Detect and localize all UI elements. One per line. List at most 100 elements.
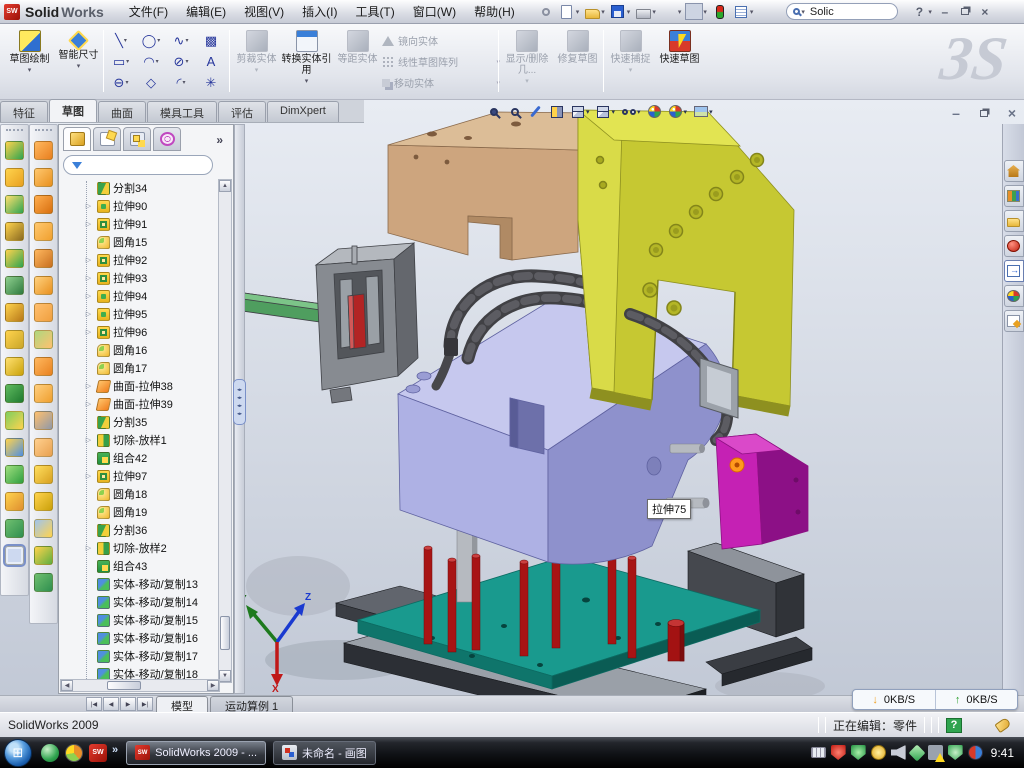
tree-item[interactable]: 实体-移动/复制15 (61, 611, 219, 629)
tree-item[interactable]: 圆角15 (61, 233, 219, 251)
headsup-button[interactable] (507, 104, 522, 119)
sketch-entity-button[interactable]: ✳ (196, 72, 226, 93)
menu-item[interactable]: 帮助(H) (465, 0, 524, 23)
swept-surface-icon[interactable] (34, 141, 53, 160)
expand-arrow-icon[interactable]: ▷ (83, 310, 94, 318)
headsup-button[interactable]: ▾ (596, 104, 616, 119)
tree-item[interactable]: ▷切除-放样2 (61, 539, 219, 557)
menu-item[interactable]: 窗口(W) (404, 0, 465, 23)
restore-button[interactable] (956, 4, 974, 19)
search-results-tab[interactable] (1004, 235, 1024, 257)
configurationmanager-tab[interactable] (123, 127, 151, 151)
qab-button[interactable] (608, 3, 628, 21)
expand-arrow-icon[interactable]: ▷ (83, 472, 94, 480)
tree-horizontal-scrollbar[interactable]: ◀ ▶ (60, 679, 220, 692)
qab-button[interactable] (684, 3, 704, 21)
smart-dimension-button[interactable]: 智能尺寸 ▾ (55, 27, 102, 96)
design-library-tab[interactable] (1004, 185, 1024, 207)
convert-entities-button[interactable]: 转换实体引用 ▾ (281, 27, 332, 96)
qab-button[interactable] (710, 3, 730, 21)
tree-item[interactable]: 分割36 (61, 521, 219, 539)
chevron-down-icon[interactable]: ▾ (125, 79, 128, 86)
tree-vertical-scrollbar[interactable]: ▲ ▼ (218, 179, 232, 683)
health-shield-icon[interactable] (948, 745, 963, 760)
tree-item[interactable]: ▷拉伸97 (61, 467, 219, 485)
manager-tabs-overflow[interactable]: » (216, 133, 223, 147)
entity-row-button[interactable]: 镜向实体 (382, 30, 500, 51)
network-alert-icon[interactable] (928, 745, 943, 760)
tree-item[interactable]: ▷拉伸96 (61, 323, 219, 341)
custom-properties-tab[interactable] (1004, 310, 1024, 332)
tree-item[interactable]: 圆角17 (61, 359, 219, 377)
doc-close-button[interactable]: × (1002, 105, 1022, 121)
knit-surface-icon[interactable] (34, 249, 53, 268)
tab-特征[interactable]: 特征 (0, 101, 48, 122)
expand-arrow-icon[interactable]: ▷ (83, 202, 94, 210)
chevron-down-icon[interactable]: ▾ (928, 8, 932, 16)
tree-item[interactable]: ▷拉伸91 (61, 215, 219, 233)
chevron-down-icon[interactable]: ▾ (183, 79, 186, 86)
menu-item[interactable]: 视图(V) (235, 0, 293, 23)
sketch-entity-button[interactable]: ⊘▾ (166, 51, 196, 72)
chevron-down-icon[interactable]: ▾ (185, 37, 188, 44)
antivirus-shield-icon[interactable] (831, 745, 846, 760)
shell-icon[interactable] (5, 384, 24, 403)
headsup-button[interactable] (528, 104, 543, 119)
tab-DimXpert[interactable]: DimXpert (267, 101, 339, 122)
messenger-icon[interactable] (41, 744, 59, 762)
qab-button[interactable] (582, 3, 602, 21)
chevron-down-icon[interactable]: ▾ (156, 58, 159, 65)
quick-launch-overflow[interactable]: » (112, 744, 118, 756)
combine-bodies-icon[interactable] (5, 465, 24, 484)
expand-arrow-icon[interactable]: ▷ (83, 328, 94, 336)
expand-arrow-icon[interactable]: ▷ (83, 544, 94, 552)
view-palette-tab[interactable] (1004, 260, 1024, 282)
first-page-icon[interactable]: |◀ (86, 697, 102, 711)
extend-surface-icon[interactable] (34, 222, 53, 241)
headsup-button[interactable]: ▾ (570, 104, 590, 119)
hole-wizard-icon[interactable] (5, 303, 24, 322)
chevron-down-icon[interactable]: ▾ (586, 108, 590, 116)
help-button[interactable]: ? (910, 4, 928, 19)
tree-filter-input[interactable] (63, 155, 213, 175)
linear-pattern-icon[interactable] (5, 330, 24, 349)
taskbar-button[interactable]: SWSolidWorks 2009 - ... (126, 741, 266, 765)
tab-草图[interactable]: 草图 (49, 99, 97, 122)
tree-item[interactable]: ▷拉伸92 (61, 251, 219, 269)
chevron-down-icon[interactable]: ▾ (305, 77, 309, 85)
expand-arrow-icon[interactable]: ▷ (83, 274, 94, 282)
sketch-button[interactable]: 草图绘制 ▾ (6, 27, 53, 96)
dimxpertmanager-tab[interactable] (153, 127, 181, 151)
fillet-icon[interactable] (5, 195, 24, 214)
chevron-down-icon[interactable]: ▾ (709, 108, 713, 116)
expand-arrow-icon[interactable]: ▷ (83, 436, 94, 444)
tree-item[interactable]: 圆角18 (61, 485, 219, 503)
tooling-split-icon[interactable] (34, 546, 53, 565)
chevron-down-icon[interactable]: ▾ (185, 58, 188, 65)
tree-item[interactable]: 圆角16 (61, 341, 219, 359)
chevron-down-icon[interactable]: ▾ (637, 108, 641, 116)
trim-surface-icon[interactable] (34, 195, 53, 214)
chevron-down-icon[interactable]: ▾ (28, 66, 32, 74)
tree-item[interactable]: ▷曲面-拉伸38 (61, 377, 219, 395)
headsup-button[interactable]: ▾ (668, 104, 688, 119)
chevron-down-icon[interactable]: ▾ (124, 37, 127, 44)
tab-评估[interactable]: 评估 (218, 101, 266, 122)
tree-item[interactable]: 组合42 (61, 449, 219, 467)
tab-模具工具[interactable]: 模具工具 (147, 101, 217, 122)
speed-shield-icon[interactable] (851, 745, 866, 760)
shut-off-surface-icon[interactable] (34, 519, 53, 538)
tree-item[interactable]: ▷拉伸93 (61, 269, 219, 287)
next-page-icon[interactable]: ▶ (120, 697, 136, 711)
qab-button[interactable] (536, 3, 556, 21)
split-icon[interactable] (5, 411, 24, 430)
replace-face-icon[interactable] (34, 438, 53, 457)
doc-minimize-button[interactable]: – (946, 105, 966, 121)
core-icon[interactable] (34, 573, 53, 592)
tree-item[interactable]: 实体-移动/复制16 (61, 629, 219, 647)
tree-item[interactable]: 实体-移动/复制13 (61, 575, 219, 593)
scroll-down-icon[interactable]: ▼ (219, 670, 231, 682)
qab-button[interactable] (633, 3, 653, 21)
parting-surface-icon[interactable] (34, 492, 53, 511)
draft-icon[interactable] (5, 276, 24, 295)
